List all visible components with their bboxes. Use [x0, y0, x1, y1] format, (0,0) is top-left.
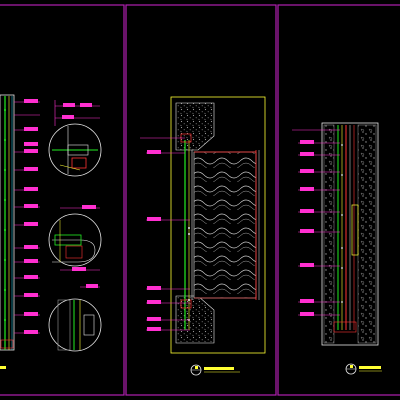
annotation-tag — [147, 300, 161, 304]
annotation-tag — [300, 299, 314, 303]
annotation-tag — [24, 259, 38, 263]
wall-elevation-drawing — [170, 96, 266, 354]
annotation-tag — [24, 149, 38, 153]
annotation-tag — [24, 99, 38, 103]
wall-section-drawing — [321, 122, 379, 346]
annotation-tag — [72, 267, 86, 271]
annotation-tag — [86, 284, 98, 288]
annotation-tag — [147, 317, 161, 321]
annotation-tag — [300, 187, 314, 191]
sheet-title-tag — [204, 367, 234, 370]
right-sheet-frame — [277, 4, 400, 396]
annotation-tag — [24, 187, 38, 191]
wall-elevation-title-block — [190, 364, 240, 376]
cad-drawing-canvas[interactable] — [0, 0, 400, 400]
sheet-title-tag — [359, 366, 381, 369]
annotation-tag — [24, 312, 38, 316]
annotation-tag — [24, 330, 38, 334]
annotation-tag — [63, 103, 75, 107]
detail-callout-bottom — [48, 284, 102, 352]
left-sheet-tags — [24, 99, 38, 334]
annotation-tag — [80, 103, 92, 107]
annotation-tag — [300, 312, 314, 316]
annotation-tag — [147, 150, 161, 154]
left-sheet-title-tag — [0, 366, 6, 369]
annotation-tag — [300, 263, 314, 267]
annotation-tag — [147, 286, 161, 290]
left-sheet-annotations — [14, 101, 40, 334]
annotation-tag — [24, 245, 38, 249]
annotation-tag — [24, 293, 38, 297]
annotation-tag — [62, 115, 74, 119]
annotation-tag — [300, 229, 314, 233]
detail-callout-middle — [48, 205, 102, 271]
annotation-tag — [147, 327, 161, 331]
annotation-tag — [147, 217, 161, 221]
detail-callout-top — [48, 100, 102, 177]
wall-section-title-block — [345, 363, 382, 375]
annotation-tag — [300, 209, 314, 213]
annotation-tag — [24, 222, 38, 226]
left-section-drawing — [0, 94, 15, 351]
annotation-tag — [82, 205, 96, 209]
annotation-tag — [24, 204, 38, 208]
annotation-tag — [24, 275, 38, 279]
annotation-tag — [24, 142, 38, 146]
annotation-tag — [300, 169, 314, 173]
middle-sheet-tags — [147, 150, 161, 331]
annotation-tag — [24, 167, 38, 171]
annotation-tag — [300, 152, 314, 156]
annotation-tag — [24, 127, 38, 131]
annotation-tag — [300, 140, 314, 144]
right-sheet-tags — [300, 140, 314, 316]
